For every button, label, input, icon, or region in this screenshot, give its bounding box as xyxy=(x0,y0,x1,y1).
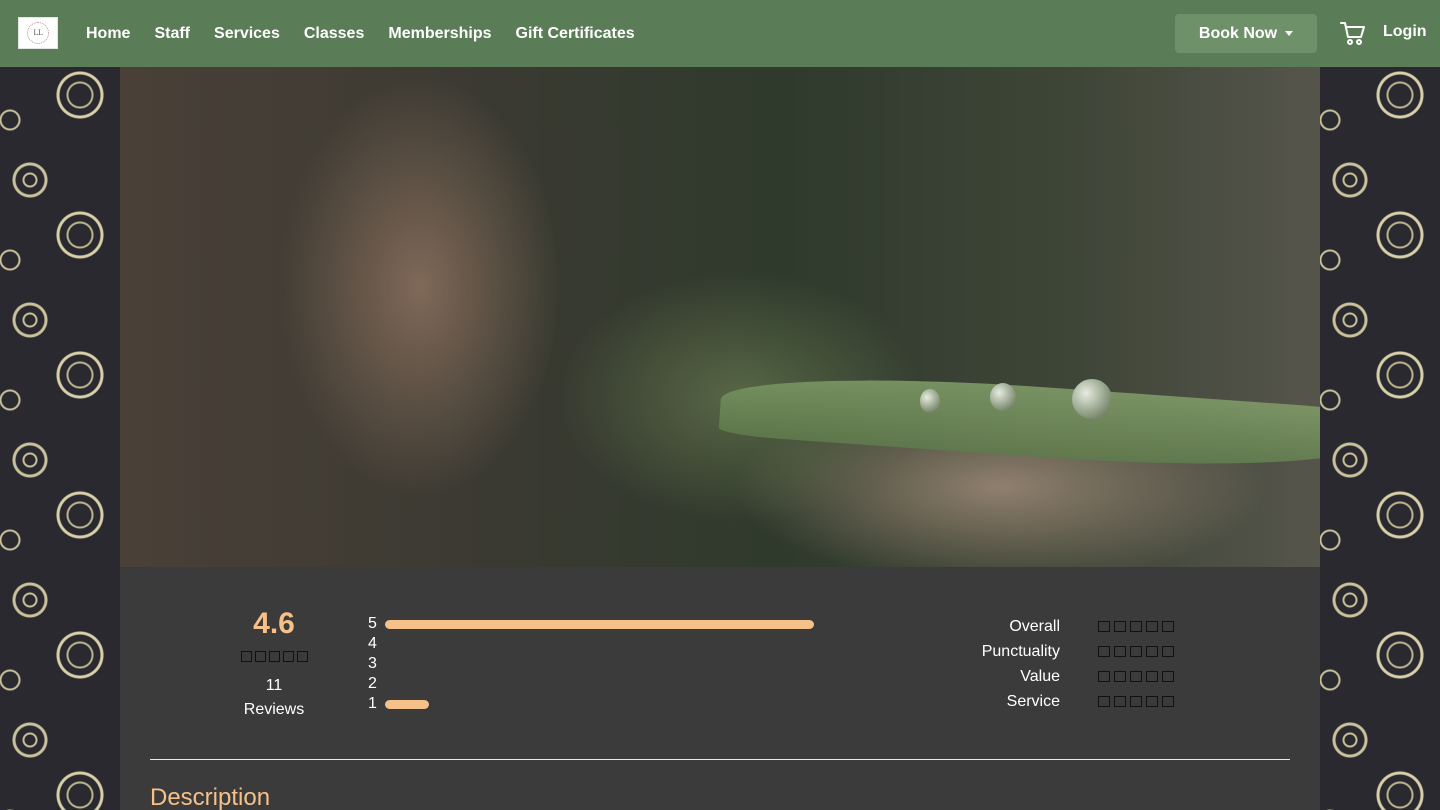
shopping-cart-icon[interactable] xyxy=(1340,20,1366,46)
distribution-star-label: 3 xyxy=(368,655,377,672)
star-icon xyxy=(1114,621,1126,632)
star-icon xyxy=(1162,696,1174,707)
category-row: Value xyxy=(940,664,1174,689)
distribution-row: 1 xyxy=(368,694,814,714)
nav-link-staff[interactable]: Staff xyxy=(154,25,190,43)
distribution-star-label: 4 xyxy=(368,635,377,652)
logo-mark: LL xyxy=(27,22,49,44)
star-icon xyxy=(1130,696,1142,707)
category-row: Overall xyxy=(940,614,1174,639)
category-label: Value xyxy=(1020,667,1060,685)
category-star-rating xyxy=(1098,696,1174,707)
hero-leaf-shape xyxy=(718,364,1320,480)
distribution-row: 2 xyxy=(368,674,814,694)
nav-link-gift-certificates[interactable]: Gift Certificates xyxy=(516,25,635,43)
star-icon xyxy=(1162,646,1174,657)
star-icon xyxy=(1098,671,1110,682)
average-star-rating xyxy=(214,651,334,662)
nav-link-classes[interactable]: Classes xyxy=(304,25,365,43)
rating-distribution: 5 4 3 2 1 xyxy=(368,614,814,714)
distribution-bar xyxy=(385,619,814,629)
nav-links: Home Staff Services Classes Memberships … xyxy=(86,0,659,67)
nav-link-services[interactable]: Services xyxy=(214,25,280,43)
login-link[interactable]: Login xyxy=(1383,23,1427,41)
distribution-star-label: 1 xyxy=(368,695,377,712)
distribution-row: 4 xyxy=(368,634,814,654)
caret-down-icon xyxy=(1285,31,1294,36)
star-icon xyxy=(1098,621,1110,632)
section-divider xyxy=(150,759,1290,760)
book-now-button[interactable]: Book Now xyxy=(1175,14,1317,53)
star-icon xyxy=(1146,696,1158,707)
hero-image xyxy=(120,67,1320,567)
star-icon xyxy=(1146,621,1158,632)
star-icon xyxy=(282,651,294,662)
star-icon xyxy=(1162,671,1174,682)
description-heading: Description xyxy=(150,784,271,810)
site-logo[interactable]: LL xyxy=(18,17,58,49)
distribution-star-label: 5 xyxy=(368,615,377,632)
average-rating: 4.6 xyxy=(253,607,295,640)
star-icon xyxy=(240,651,252,662)
star-icon xyxy=(1162,621,1174,632)
category-row: Service xyxy=(940,689,1174,714)
distribution-row: 3 xyxy=(368,654,814,674)
star-icon xyxy=(1114,671,1126,682)
star-icon xyxy=(1146,671,1158,682)
star-icon xyxy=(254,651,266,662)
star-icon xyxy=(268,651,280,662)
review-count: 11 xyxy=(265,677,283,694)
hero-droplet xyxy=(1072,379,1112,419)
review-count-label: Reviews xyxy=(243,701,305,718)
category-star-rating xyxy=(1098,646,1174,657)
category-label: Overall xyxy=(1009,617,1060,635)
nav-link-home[interactable]: Home xyxy=(86,25,130,43)
review-score-summary: 4.6 11 Reviews xyxy=(214,607,334,722)
nav-link-memberships[interactable]: Memberships xyxy=(388,25,491,43)
top-navbar: LL Home Staff Services Classes Membershi… xyxy=(0,0,1440,67)
star-icon xyxy=(1098,646,1110,657)
hero-droplet xyxy=(920,389,940,413)
star-icon xyxy=(1098,696,1110,707)
category-label: Punctuality xyxy=(981,642,1060,660)
category-row: Punctuality xyxy=(940,639,1174,664)
star-icon xyxy=(296,651,308,662)
category-label: Service xyxy=(1006,692,1060,710)
book-now-label: Book Now xyxy=(1198,24,1278,42)
category-ratings: Overall Punctuality Value Service xyxy=(940,614,1174,714)
category-star-rating xyxy=(1098,671,1174,682)
star-icon xyxy=(1114,696,1126,707)
distribution-row: 5 xyxy=(368,614,814,634)
distribution-star-label: 2 xyxy=(368,675,377,692)
star-icon xyxy=(1130,646,1142,657)
star-icon xyxy=(1146,646,1158,657)
distribution-bar xyxy=(385,699,429,709)
hero-droplet xyxy=(990,383,1016,411)
star-icon xyxy=(1114,646,1126,657)
category-star-rating xyxy=(1098,621,1174,632)
star-icon xyxy=(1130,621,1142,632)
star-icon xyxy=(1130,671,1142,682)
